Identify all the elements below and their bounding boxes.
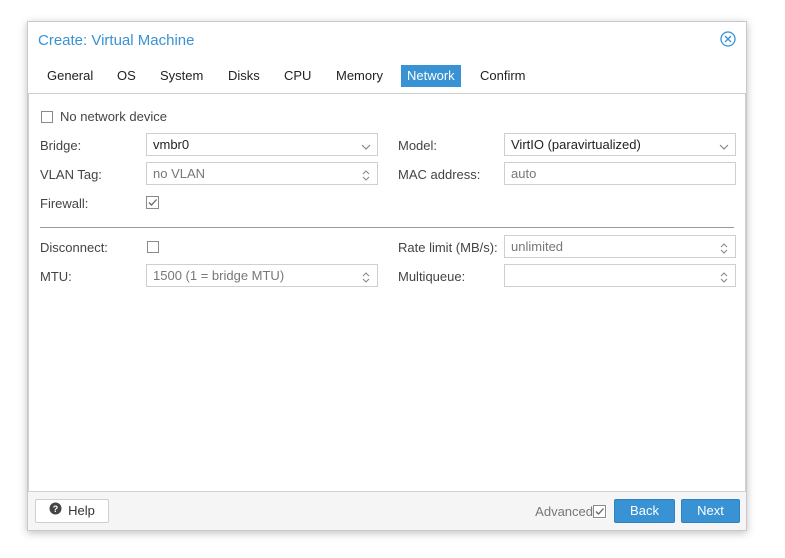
spinner-icon[interactable] bbox=[361, 269, 371, 283]
mtu-placeholder: 1500 (1 = bridge MTU) bbox=[153, 268, 285, 283]
rate-limit-label: Rate limit (MB/s): bbox=[398, 240, 498, 255]
bridge-value: vmbr0 bbox=[153, 137, 190, 152]
section-divider bbox=[40, 227, 734, 228]
vlan-tag-input[interactable]: no VLAN bbox=[146, 162, 378, 185]
spinner-icon[interactable] bbox=[719, 269, 729, 283]
tab-confirm[interactable]: Confirm bbox=[474, 65, 532, 87]
back-button[interactable]: Back bbox=[614, 499, 675, 523]
next-button[interactable]: Next bbox=[681, 499, 740, 523]
spinner-icon[interactable] bbox=[719, 240, 729, 254]
no-network-device-label: No network device bbox=[60, 109, 167, 124]
model-label: Model: bbox=[398, 138, 438, 153]
tab-disks[interactable]: Disks bbox=[222, 65, 266, 87]
svg-text:?: ? bbox=[53, 504, 59, 514]
tab-cpu[interactable]: CPU bbox=[278, 65, 317, 87]
close-icon[interactable] bbox=[720, 31, 736, 47]
firewall-label: Firewall: bbox=[40, 196, 89, 211]
mac-address-input[interactable]: auto bbox=[504, 162, 736, 185]
vlan-tag-label: VLAN Tag: bbox=[40, 167, 102, 182]
tab-os[interactable]: OS bbox=[111, 65, 142, 87]
dialog-titlebar: Create: Virtual Machine bbox=[28, 22, 746, 58]
chevron-down-icon[interactable] bbox=[719, 138, 729, 151]
bridge-label: Bridge: bbox=[40, 138, 82, 153]
rate-limit-placeholder: unlimited bbox=[511, 239, 564, 254]
chevron-down-icon[interactable] bbox=[361, 138, 371, 151]
wizard-tabs: General OS System Disks CPU Memory Netwo… bbox=[28, 62, 746, 88]
disconnect-checkbox[interactable] bbox=[147, 241, 159, 253]
firewall-checkbox[interactable] bbox=[146, 196, 160, 210]
vlan-tag-placeholder: no VLAN bbox=[153, 166, 206, 181]
create-vm-dialog: Create: Virtual Machine General OS Syste… bbox=[27, 21, 747, 531]
no-network-device-checkbox[interactable] bbox=[41, 111, 53, 123]
dialog-footer: ? Help Advanced Back Next bbox=[28, 491, 746, 530]
model-select[interactable]: VirtIO (paravirtualized) bbox=[504, 133, 736, 156]
tab-system[interactable]: System bbox=[154, 65, 209, 87]
disconnect-label: Disconnect: bbox=[40, 240, 108, 255]
tab-network[interactable]: Network bbox=[401, 65, 461, 87]
help-button[interactable]: ? Help bbox=[35, 499, 109, 523]
spinner-icon[interactable] bbox=[361, 167, 371, 181]
model-value: VirtIO (paravirtualized) bbox=[511, 137, 641, 152]
advanced-label: Advanced bbox=[535, 504, 593, 519]
multiqueue-input[interactable] bbox=[504, 264, 736, 287]
bridge-select[interactable]: vmbr0 bbox=[146, 133, 378, 156]
mtu-input[interactable]: 1500 (1 = bridge MTU) bbox=[146, 264, 378, 287]
mac-address-placeholder: auto bbox=[511, 166, 537, 181]
dialog-title: Create: Virtual Machine bbox=[38, 32, 195, 49]
tab-general[interactable]: General bbox=[41, 65, 99, 87]
tab-memory[interactable]: Memory bbox=[330, 65, 389, 87]
multiqueue-label: Multiqueue: bbox=[398, 269, 466, 284]
help-icon: ? bbox=[49, 500, 62, 522]
mac-address-label: MAC address: bbox=[398, 167, 481, 182]
mtu-label: MTU: bbox=[40, 269, 72, 284]
network-panel: No network device Bridge: vmbr0 Model: V… bbox=[28, 94, 746, 492]
rate-limit-input[interactable]: unlimited bbox=[504, 235, 736, 258]
help-label: Help bbox=[68, 503, 95, 518]
advanced-checkbox[interactable] bbox=[593, 505, 607, 519]
